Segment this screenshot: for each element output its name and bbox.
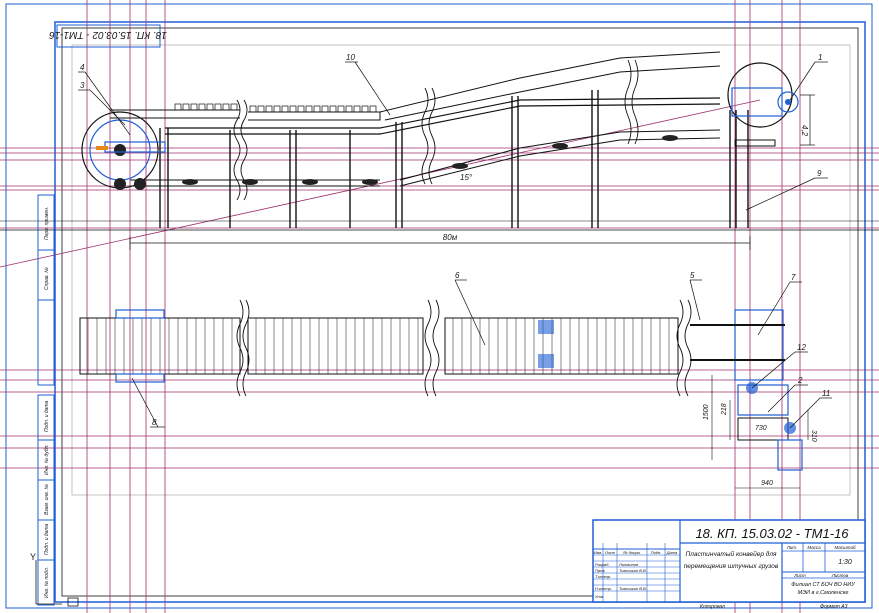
inner-black-frame (61, 27, 859, 597)
chain-link (265, 105, 273, 113)
chain-link (198, 103, 206, 111)
svg-text:Перв. примен.: Перв. примен. (44, 207, 50, 240)
side-view-conveyor (81, 51, 799, 228)
dim-218: 218 (721, 403, 728, 416)
chain-link (281, 105, 289, 113)
dim-1500: 1500 (703, 404, 710, 420)
chain-link (337, 105, 345, 113)
svg-text:80м: 80м (443, 233, 458, 242)
svg-text:Справ. №: Справ. № (44, 267, 50, 290)
svg-text:18. КП. 15.03.02 - ТМ1-16: 18. КП. 15.03.02 - ТМ1-16 (49, 29, 167, 40)
scale-value: 1:30 (838, 559, 852, 566)
chain-link (369, 105, 377, 113)
role-utv: Утв. (595, 594, 604, 599)
svg-text:Инв. № дубл.: Инв. № дубл. (44, 444, 50, 475)
svg-text:Подп. и дата: Подп. и дата (44, 523, 50, 555)
role-tcontr: Т.контр. (595, 574, 611, 579)
role-check-name: Тимошкин В.В. (619, 568, 647, 573)
org-line-1: Филиал СТ БОЧ ВО НИУ (791, 582, 855, 588)
chain-link (249, 105, 257, 113)
callout-4: 4 (80, 63, 85, 72)
title-block: 18. КП. 15.03.02 - ТМ1-16 Пластинчатый к… (592, 519, 866, 603)
role-ncontr: Н.контр. (595, 586, 612, 591)
role-check: Пров. (595, 568, 606, 573)
chain-link (297, 105, 305, 113)
chain-link (230, 103, 238, 111)
role-dev-name: Литвинов (618, 562, 638, 567)
mass-label: Масса (807, 545, 821, 550)
chain-link (313, 105, 321, 113)
callout-1: 1 (818, 53, 822, 62)
product-name-2: перемещения штучных грузов (684, 563, 779, 570)
chain-link (329, 105, 337, 113)
format-label: Формат А3 (820, 604, 848, 610)
dim-310: 310 (810, 430, 817, 442)
callout-6: 6 (455, 271, 460, 280)
scale-label: Масштаб (834, 545, 855, 550)
dim-730: 730 (755, 425, 767, 432)
chain-link (361, 105, 369, 113)
svg-text:Инв. № подл.: Инв. № подл. (44, 567, 50, 598)
callout-10: 10 (346, 53, 355, 62)
callouts (78, 61, 832, 429)
chain-link (345, 105, 353, 113)
chain-link (305, 105, 313, 113)
sheet-label: Лит. (786, 545, 798, 550)
copy-label: Копировал (700, 604, 725, 610)
chain-link (353, 105, 361, 113)
role-dev: Разраб. (595, 562, 609, 567)
col-izm: Изм. (594, 550, 603, 555)
top-view-conveyor (79, 299, 803, 471)
col-sign: Подп. (651, 550, 662, 555)
chain-link (214, 103, 222, 111)
chain-link (174, 103, 182, 111)
callout-11: 11 (822, 389, 830, 398)
technical-drawing: 18. КП. 15.03.02 - ТМ1-16 80м 15° 4,2 15… (0, 0, 879, 613)
col-date: Дата (666, 550, 678, 555)
doc-code-title: 18. КП. 15.03.02 - ТМ1-16 (695, 526, 849, 541)
svg-text:Взам. инв. №: Взам. инв. № (44, 483, 50, 515)
chain-link (190, 103, 198, 111)
dim-940: 940 (761, 480, 773, 487)
callout-5: 5 (690, 271, 695, 280)
callout-12: 12 (797, 343, 806, 352)
chain-link (182, 103, 190, 111)
sheets-word: Листов (831, 573, 849, 578)
sheet-outer-border (5, 3, 873, 609)
chain-link (222, 103, 230, 111)
sheet-frame (54, 21, 866, 603)
callout-8: 8 (152, 418, 157, 427)
chain-link (206, 103, 214, 111)
chain-link (289, 105, 297, 113)
role-ncontr-name: Тимошкин В.В. (619, 586, 647, 591)
dimension-length: 80м (129, 233, 751, 250)
product-name-1: Пластинчатый конвейер для (686, 550, 777, 558)
org-line-2: МЭИ в г.Смоленске (798, 590, 849, 596)
callout-2: 2 (797, 376, 803, 385)
chain-link (257, 105, 265, 113)
callout-7: 7 (791, 273, 796, 282)
col-list: Лист (604, 550, 616, 555)
dimension-height: 4,2 (800, 94, 815, 146)
svg-text:4,2: 4,2 (800, 125, 809, 137)
col-doc: № докум. (623, 550, 641, 555)
callout-9: 9 (817, 169, 822, 178)
svg-text:Y: Y (30, 552, 36, 562)
svg-text:Подп. и дата: Подп. и дата (44, 400, 50, 432)
chain-link (273, 105, 281, 113)
chain-link (321, 105, 329, 113)
sheet-word: Лист (793, 573, 806, 578)
callout-3: 3 (80, 81, 85, 90)
dimension-angle: 15° (460, 173, 473, 182)
